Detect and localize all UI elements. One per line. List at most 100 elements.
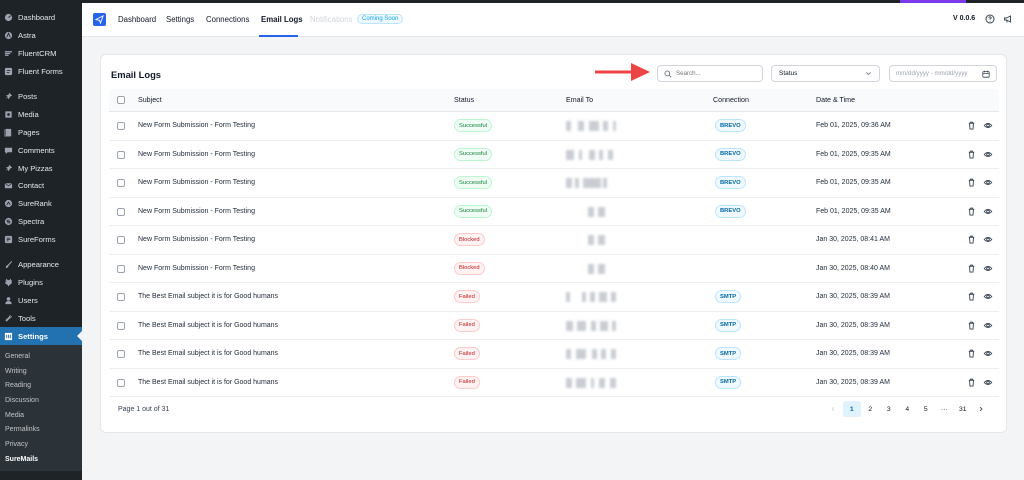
sidebar-item-my-pizzas[interactable]: My Pizzas bbox=[0, 159, 82, 177]
row-subject: New Form Submission - Form Testing bbox=[138, 236, 255, 243]
eye-icon[interactable] bbox=[983, 150, 993, 161]
table-row[interactable]: New Form Submission - Form Testing Succe… bbox=[109, 198, 999, 226]
table-header: Subject Status Email To Connection Date … bbox=[109, 89, 999, 112]
eye-icon[interactable] bbox=[983, 321, 993, 332]
sidebar-item-comments[interactable]: Comments bbox=[0, 141, 82, 159]
row-checkbox[interactable] bbox=[117, 264, 125, 273]
sidebar-item-surerank[interactable]: SureRank bbox=[0, 195, 82, 213]
submenu-item-media[interactable]: Media bbox=[0, 408, 82, 423]
trash-icon[interactable] bbox=[967, 264, 976, 275]
table-row[interactable]: New Form Submission - Form Testing Block… bbox=[109, 226, 999, 255]
row-checkbox[interactable] bbox=[117, 179, 125, 187]
sidebar-item-plugins[interactable]: Plugins bbox=[0, 273, 82, 291]
submenu-item-suremails[interactable]: SureMails bbox=[0, 452, 82, 467]
sidebar-item-fluent-forms[interactable]: Fluent Forms bbox=[0, 63, 82, 81]
sidebar-item-users[interactable]: Users bbox=[0, 291, 82, 309]
row-checkbox[interactable] bbox=[117, 236, 125, 244]
submenu-item-privacy[interactable]: Privacy bbox=[0, 437, 82, 452]
suremails-logo[interactable] bbox=[93, 13, 106, 26]
trash-icon[interactable] bbox=[967, 121, 976, 132]
row-datetime: Jan 30, 2025, 08:40 AM bbox=[816, 264, 890, 272]
sidebar-item-contact[interactable]: Contact bbox=[0, 177, 82, 195]
trash-icon[interactable] bbox=[967, 378, 976, 389]
sidebar-item-label: Appearance bbox=[18, 260, 59, 270]
sidebar-item-fluentcrm[interactable]: FluentCRM bbox=[0, 45, 82, 63]
table-row[interactable]: The Best Email subject it is for Good hu… bbox=[109, 369, 999, 397]
row-checkbox[interactable] bbox=[117, 321, 125, 330]
row-subject: The Best Email subject it is for Good hu… bbox=[138, 378, 279, 386]
trash-icon[interactable] bbox=[967, 292, 976, 303]
sidebar-item-media[interactable]: Media bbox=[0, 105, 82, 123]
page-button[interactable]: 4 bbox=[898, 401, 917, 417]
submenu-item-permalinks[interactable]: Permalinks bbox=[0, 422, 82, 437]
sidebar-item-tools[interactable]: Tools bbox=[0, 309, 82, 327]
trash-icon[interactable] bbox=[967, 207, 976, 218]
status-badge: Blocked bbox=[454, 261, 485, 275]
nav-email-logs[interactable]: Email Logs bbox=[261, 15, 303, 24]
eye-icon[interactable] bbox=[983, 235, 993, 246]
table-row[interactable]: The Best Email subject it is for Good hu… bbox=[109, 283, 999, 312]
submenu-item-writing[interactable]: Writing bbox=[0, 364, 82, 379]
prev-page-button[interactable] bbox=[824, 401, 843, 417]
trash-icon[interactable] bbox=[967, 235, 976, 246]
page-button[interactable]: 2 bbox=[861, 401, 880, 417]
date-range-picker[interactable]: mm/dd/yyyy - mm/dd/yyyy bbox=[889, 65, 997, 82]
row-checkbox[interactable] bbox=[117, 150, 125, 159]
sidebar-item-posts[interactable]: Posts bbox=[0, 88, 82, 106]
trash-icon[interactable] bbox=[967, 349, 976, 360]
eye-icon[interactable] bbox=[983, 264, 993, 275]
sidebar-item-label: Tools bbox=[18, 313, 36, 323]
submenu-item-reading[interactable]: Reading bbox=[0, 378, 82, 393]
status-filter-select[interactable]: Status bbox=[771, 65, 880, 82]
table-row[interactable]: The Best Email subject it is for Good hu… bbox=[109, 312, 999, 340]
page-button[interactable]: ··· bbox=[935, 401, 954, 417]
trash-icon[interactable] bbox=[967, 178, 976, 189]
row-checkbox[interactable] bbox=[117, 378, 125, 387]
table-row[interactable]: New Form Submission - Form Testing Succe… bbox=[109, 141, 999, 169]
sidebar-item-dashboard[interactable]: Dashboard bbox=[0, 9, 82, 27]
help-icon[interactable] bbox=[985, 14, 995, 26]
eye-icon[interactable] bbox=[983, 178, 993, 189]
sidebar-item-spectra[interactable]: Spectra bbox=[0, 213, 82, 231]
sidebar-item-label: Posts bbox=[18, 92, 37, 101]
search-input[interactable] bbox=[676, 70, 756, 77]
table-row[interactable]: New Form Submission - Form Testing Block… bbox=[109, 255, 999, 283]
row-checkbox[interactable] bbox=[117, 207, 125, 216]
sidebar-item-settings[interactable]: Settings bbox=[0, 327, 82, 346]
settings-icon bbox=[4, 332, 13, 341]
trash-icon[interactable] bbox=[967, 150, 976, 161]
search-box[interactable] bbox=[657, 65, 763, 82]
next-page-button[interactable] bbox=[972, 401, 991, 417]
sidebar-item-appearance[interactable]: Appearance bbox=[0, 256, 82, 274]
submenu-item-general[interactable]: General bbox=[0, 349, 82, 364]
eye-icon[interactable] bbox=[983, 121, 993, 132]
eye-icon[interactable] bbox=[983, 378, 993, 389]
page-button[interactable]: 1 bbox=[842, 401, 861, 417]
status-badge: Successful bbox=[454, 176, 493, 189]
megaphone-icon[interactable] bbox=[1003, 14, 1013, 26]
row-checkbox[interactable] bbox=[117, 122, 125, 130]
nav-settings[interactable]: Settings bbox=[166, 15, 194, 24]
page-button[interactable]: 3 bbox=[880, 401, 899, 417]
eye-icon[interactable] bbox=[983, 349, 993, 360]
table-row[interactable]: The Best Email subject it is for Good hu… bbox=[109, 340, 999, 369]
nav-connections[interactable]: Connections bbox=[206, 15, 249, 24]
sidebar-item-astra[interactable]: Astra bbox=[0, 27, 82, 45]
page-button[interactable]: 5 bbox=[917, 401, 936, 417]
connection-badge: BREVO bbox=[715, 147, 746, 161]
dashboard-icon bbox=[4, 13, 13, 22]
row-checkbox[interactable] bbox=[117, 293, 125, 301]
nav-dashboard[interactable]: Dashboard bbox=[118, 15, 156, 24]
sidebar-item-pages[interactable]: Pages bbox=[0, 123, 82, 141]
trash-icon[interactable] bbox=[967, 321, 976, 332]
page-button[interactable]: 31 bbox=[954, 401, 973, 417]
table-row[interactable]: New Form Submission - Form Testing Succe… bbox=[109, 169, 999, 198]
sidebar-item-sureforms[interactable]: SureForms bbox=[0, 231, 82, 249]
row-checkbox[interactable] bbox=[117, 350, 125, 358]
brush-icon bbox=[4, 260, 13, 269]
table-row[interactable]: New Form Submission - Form Testing Succe… bbox=[109, 112, 999, 141]
eye-icon[interactable] bbox=[983, 207, 993, 218]
eye-icon[interactable] bbox=[983, 292, 993, 303]
select-all-checkbox[interactable] bbox=[117, 96, 125, 104]
submenu-item-discussion[interactable]: Discussion bbox=[0, 393, 82, 408]
